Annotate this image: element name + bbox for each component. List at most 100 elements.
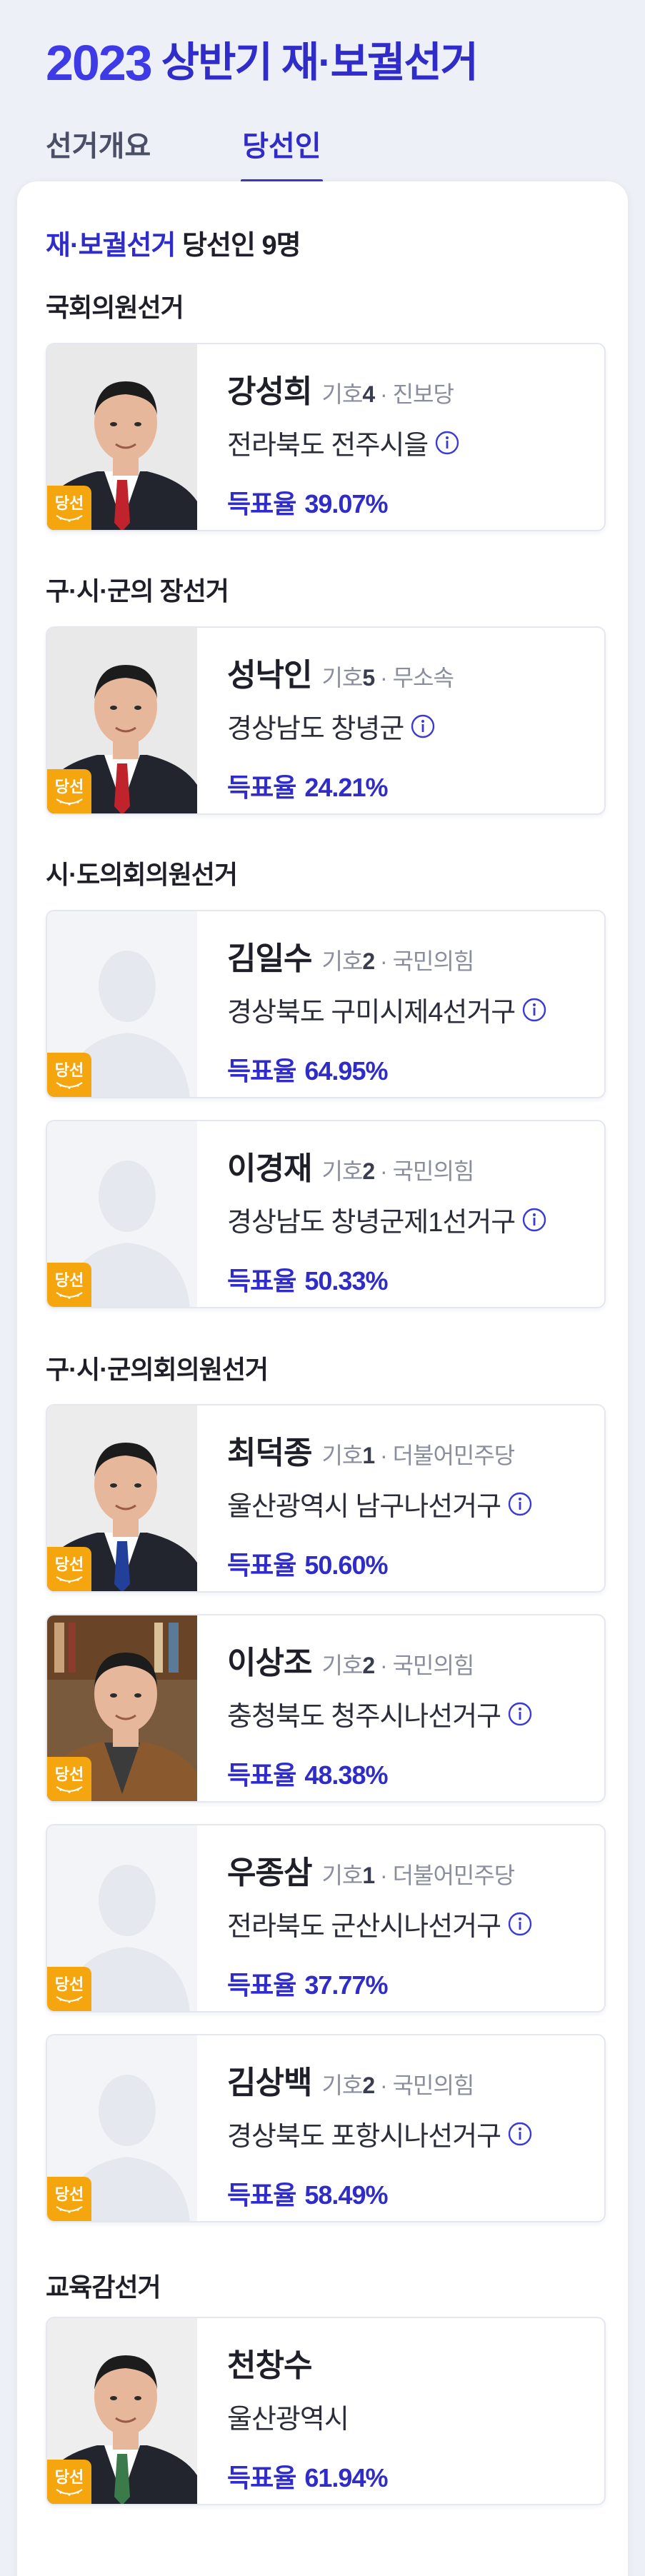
winner-card[interactable]: 당선 성낙인 기호5 · 무소속 경상남도 창녕군 득표율 24.21%	[46, 626, 606, 815]
vote-rate-value: 50.60%	[304, 1550, 388, 1580]
candidate-number: 5	[362, 665, 375, 691]
candidate-name: 천창수	[227, 2348, 312, 2383]
winner-badge: 당선	[47, 769, 91, 813]
info-icon[interactable]	[508, 1492, 532, 1516]
candidate-district: 경상남도 창녕군제1선거구	[227, 1208, 516, 1238]
candidate-photo: 당선	[47, 1825, 197, 2011]
meta-separator: ·	[374, 381, 393, 407]
candidate-number-label: 기호	[321, 2073, 363, 2098]
candidate-info: 김일수 기호2 · 국민의힘 경상북도 구미시제4선거구 득표율 64.95%	[227, 933, 590, 1088]
vote-rate-value: 50.33%	[304, 1266, 388, 1295]
candidate-number-label: 기호	[321, 948, 363, 974]
info-icon[interactable]	[411, 714, 435, 738]
winner-badge-label: 당선	[54, 1765, 84, 1783]
candidate-photo: 당선	[47, 2035, 197, 2221]
vote-rate-value: 64.95%	[304, 1056, 388, 1086]
winner-card[interactable]: 당선 이상조 기호2 · 국민의힘충청북도 청주시나선거구득표율 48.38%	[46, 1614, 606, 1803]
vote-rate-line: 득표율 58.49%	[227, 2175, 590, 2212]
meta-separator: ·	[374, 665, 393, 691]
tab-winners[interactable]: 당선인	[241, 119, 324, 184]
candidate-party: 국민의힘	[392, 1158, 475, 1184]
winner-badge: 당선	[47, 486, 91, 530]
vote-rate-label: 득표율	[227, 1266, 296, 1295]
name-line: 이경재 기호2 · 국민의힘	[227, 1143, 590, 1188]
winner-card[interactable]: 당선 최덕종 기호1 · 더불어민주당 울산광역시 남구나선거구 득표율 50.60%	[46, 1404, 606, 1593]
candidate-info: 강성희 기호4 · 진보당 전라북도 전주시을 득표율 39.07%	[227, 366, 590, 521]
meta-separator: ·	[374, 1653, 393, 1678]
page: 2023 상반기 재·보궐선거 선거개요 당선인 재·보궐선거 당선인 9명 국…	[0, 0, 645, 2576]
candidate-district-line: 충청북도 청주시나선거구	[227, 1694, 590, 1733]
section-title-superintendent: 교육감선거	[46, 2272, 161, 2302]
vote-rate-value: 48.38%	[304, 1760, 388, 1790]
laurel-icon	[55, 511, 84, 526]
candidate-number: 1	[362, 1443, 375, 1468]
vote-rate-line: 득표율 39.07%	[227, 483, 590, 521]
candidate-info: 최덕종 기호1 · 더불어민주당 울산광역시 남구나선거구 득표율 50.60%	[227, 1427, 590, 1582]
candidate-district-line: 경상북도 구미시제4선거구	[227, 990, 590, 1029]
candidate-party: 진보당	[392, 381, 454, 407]
winner-badge-label: 당선	[54, 1271, 84, 1289]
candidate-number: 1	[362, 1863, 375, 1888]
vote-rate-line: 득표율 24.21%	[227, 767, 590, 804]
vote-rate-label: 득표율	[227, 1970, 296, 2000]
candidate-district: 충청북도 청주시나선거구	[227, 1702, 501, 1732]
winner-card[interactable]: 당선 이경재 기호2 · 국민의힘 경상남도 창녕군제1선거구 득표율 50.33%	[46, 1120, 606, 1308]
winner-badge: 당선	[47, 1053, 91, 1097]
meta-separator: ·	[374, 948, 393, 974]
candidate-number-label: 기호	[321, 665, 363, 691]
info-icon[interactable]	[508, 2122, 532, 2146]
tab-overview[interactable]: 선거개요	[46, 119, 151, 184]
candidate-photo: 당선	[47, 1121, 197, 1307]
candidate-party: 국민의힘	[392, 2073, 475, 2098]
vote-rate-line: 득표율 50.60%	[227, 1545, 590, 1582]
vote-rate-line: 득표율 50.33%	[227, 1261, 590, 1298]
candidate-number-label: 기호	[321, 1158, 363, 1184]
info-icon[interactable]	[508, 1702, 532, 1726]
meta-separator: ·	[374, 1863, 393, 1888]
vote-rate-line: 득표율 48.38%	[227, 1755, 590, 1792]
candidate-number: 4	[362, 381, 375, 407]
candidate-number: 2	[362, 1158, 375, 1184]
candidate-name: 강성희	[227, 374, 312, 409]
section-title-local-council: 구·시·군의회의원선거	[46, 1355, 269, 1384]
winner-badge: 당선	[47, 2460, 91, 2504]
candidate-name: 우종삼	[227, 1855, 312, 1890]
laurel-icon	[55, 1078, 84, 1093]
laurel-icon	[55, 795, 84, 810]
title-text: 상반기 재·보궐선거	[161, 39, 479, 86]
candidate-meta: 기호2 · 국민의힘	[321, 1648, 474, 1680]
candidate-photo: 당선	[47, 2318, 197, 2504]
vote-rate-value: 58.49%	[304, 2180, 388, 2210]
candidate-number: 2	[362, 2073, 375, 2098]
winners-panel: 재·보궐선거 당선인 9명 국회의원선거 구·시·군의 장선거 시·도의회의원선…	[17, 181, 628, 2576]
candidate-number: 2	[362, 1653, 375, 1678]
summary-count: 당선인 9명	[182, 231, 301, 261]
candidate-meta: 기호2 · 국민의힘	[321, 2068, 474, 2100]
winner-badge: 당선	[47, 1263, 91, 1307]
info-icon[interactable]	[435, 431, 459, 455]
winner-card[interactable]: 당선 우종삼 기호1 · 더불어민주당 전라북도 군산시나선거구 득표율 37.77%	[46, 1824, 606, 2013]
candidate-info: 김상백 기호2 · 국민의힘 경상북도 포항시나선거구 득표율 58.49%	[227, 2057, 590, 2212]
vote-rate-label: 득표율	[227, 489, 296, 518]
info-icon[interactable]	[522, 998, 546, 1022]
winner-card[interactable]: 당선 김상백 기호2 · 국민의힘 경상북도 포항시나선거구 득표율 58.49%	[46, 2034, 606, 2222]
candidate-name: 김일수	[227, 941, 312, 976]
candidate-name: 김상백	[227, 2065, 312, 2100]
laurel-icon	[55, 1573, 84, 1588]
winner-card[interactable]: 당선 김일수 기호2 · 국민의힘 경상북도 구미시제4선거구 득표율 64.95%	[46, 910, 606, 1098]
candidate-info: 천창수 울산광역시 득표율 61.94%	[227, 2340, 590, 2495]
name-line: 천창수	[227, 2340, 590, 2385]
info-icon[interactable]	[508, 1912, 532, 1936]
vote-rate-label: 득표율	[227, 1760, 296, 1790]
info-icon[interactable]	[522, 1208, 546, 1232]
candidate-meta: 기호5 · 무소속	[321, 660, 454, 693]
winner-card[interactable]: 당선 천창수 울산광역시 득표율 61.94%	[46, 2317, 606, 2505]
winner-badge-label: 당선	[54, 493, 84, 512]
winner-card[interactable]: 당선 강성희 기호4 · 진보당 전라북도 전주시을 득표율 39.07%	[46, 343, 606, 531]
candidate-name: 이상조	[227, 1645, 312, 1680]
candidate-district: 경상남도 창녕군	[227, 714, 404, 744]
name-line: 김상백 기호2 · 국민의힘	[227, 2057, 590, 2103]
candidate-name: 이경재	[227, 1151, 312, 1186]
winner-badge-label: 당선	[54, 2185, 84, 2203]
candidate-info: 성낙인 기호5 · 무소속 경상남도 창녕군 득표율 24.21%	[227, 649, 590, 804]
